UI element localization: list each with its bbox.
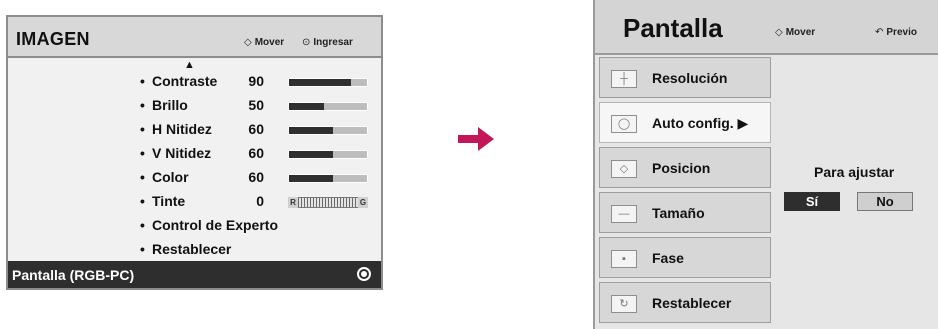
- menu-item-label: Tinte: [152, 193, 186, 209]
- move-hint-label: Mover: [785, 27, 816, 38]
- level-bar-fill: [289, 103, 325, 110]
- bullet: •: [140, 217, 145, 233]
- menu-item-value: 50: [248, 97, 264, 113]
- position-icon: ◇: [611, 160, 637, 178]
- pantalla-item-label: Resolución: [652, 70, 728, 86]
- menu-item-restablecer[interactable]: • Restablecer: [140, 239, 370, 259]
- enter-icon: ⊙: [302, 37, 311, 48]
- menu-item-label: Control de Experto: [152, 217, 279, 233]
- menu-item-tinte[interactable]: • Tinte 0 R G: [140, 191, 370, 211]
- menu-item-label: Contraste: [152, 73, 218, 89]
- level-bar[interactable]: [288, 126, 368, 135]
- level-bar[interactable]: [288, 102, 368, 111]
- bullet: •: [140, 121, 145, 137]
- imagen-title: IMAGEN: [16, 29, 90, 49]
- pantalla-item-label: Fase: [652, 250, 684, 266]
- back-icon: ↶: [875, 27, 884, 38]
- enter-radio-icon: [357, 267, 371, 281]
- move-icon: ◇: [775, 27, 783, 38]
- menu-item-value: 60: [248, 145, 264, 161]
- imagen-menu-panel: IMAGEN ◇ Mover ⊙ Ingresar ▲ • Contraste 90…: [6, 15, 383, 290]
- pantalla-menu-panel: Pantalla ◇ Mover ↶ Previo ┼ Resolución ◯ A…: [593, 0, 938, 329]
- menu-item-contraste[interactable]: • Contraste 90: [140, 71, 370, 91]
- no-button[interactable]: No: [857, 192, 913, 211]
- menu-item-value: 0: [256, 193, 264, 209]
- imagen-header: IMAGEN ◇ Mover ⊙ Ingresar: [8, 17, 381, 58]
- menu-item-label: Restablecer: [152, 241, 232, 257]
- menu-item-value: 60: [248, 169, 264, 185]
- previous-hint-label: Previo: [886, 27, 917, 38]
- bullet: •: [140, 169, 145, 185]
- menu-item-h-nitidez[interactable]: • H Nitidez 60: [140, 119, 370, 139]
- menu-item-label: H Nitidez: [152, 121, 212, 137]
- pantalla-item-resolucion[interactable]: ┼ Resolución: [599, 57, 771, 98]
- arrow-shape: [458, 127, 494, 151]
- move-hint-label: Mover: [254, 37, 285, 48]
- selected-menu-item-label: Pantalla (RGB-PC): [12, 267, 135, 283]
- phase-icon: ▪: [611, 250, 637, 268]
- level-bar[interactable]: [288, 78, 368, 87]
- previous-hint: ↶ Previo: [875, 27, 917, 38]
- adjust-prompt: Para ajustar: [814, 164, 895, 180]
- yes-button[interactable]: Sí: [784, 192, 840, 211]
- menu-item-label: Color: [152, 169, 189, 185]
- level-bar[interactable]: [288, 150, 368, 159]
- reset-icon: ↻: [611, 295, 637, 313]
- pantalla-item-label: Auto config. ▶: [652, 115, 749, 131]
- menu-item-brillo[interactable]: • Brillo 50: [140, 95, 370, 115]
- menu-item-control-de-experto[interactable]: • Control de Experto: [140, 215, 370, 235]
- pantalla-header: Pantalla ◇ Mover ↶ Previo: [595, 0, 938, 55]
- right-arrow-icon: [458, 127, 494, 151]
- enter-hint-label: Ingresar: [313, 37, 353, 48]
- pantalla-item-label: Tamaño: [652, 205, 705, 221]
- tint-red-end: R: [288, 197, 298, 208]
- menu-item-label: Brillo: [152, 97, 188, 113]
- selected-menu-item-pantalla-rgb-pc[interactable]: Pantalla (RGB-PC): [8, 261, 381, 288]
- menu-item-v-nitidez[interactable]: • V Nitidez 60: [140, 143, 370, 163]
- pantalla-item-fase[interactable]: ▪ Fase: [599, 237, 771, 278]
- level-bar-fill: [289, 151, 334, 158]
- pantalla-item-restablecer[interactable]: ↻ Restablecer: [599, 282, 771, 323]
- pantalla-title: Pantalla: [623, 13, 723, 43]
- bullet: •: [140, 73, 145, 89]
- resolution-icon: ┼: [611, 70, 637, 88]
- bullet: •: [140, 145, 145, 161]
- tint-slider[interactable]: R G: [288, 197, 368, 208]
- menu-item-value: 60: [248, 121, 264, 137]
- scroll-up-icon[interactable]: ▲: [184, 60, 195, 71]
- pantalla-item-auto-config[interactable]: ◯ Auto config. ▶: [599, 102, 771, 143]
- auto-config-icon: ◯: [611, 115, 637, 133]
- bullet: •: [140, 193, 145, 209]
- enter-hint: ⊙ Ingresar: [302, 37, 353, 48]
- pantalla-item-tamano[interactable]: — Tamaño: [599, 192, 771, 233]
- level-bar-fill: [289, 175, 334, 182]
- pantalla-item-label: Restablecer: [652, 295, 732, 311]
- move-hint: ◇ Mover: [244, 37, 284, 48]
- tint-green-end: G: [358, 197, 368, 208]
- menu-item-label: V Nitidez: [152, 145, 212, 161]
- level-bar-fill: [289, 127, 334, 134]
- level-bar[interactable]: [288, 174, 368, 183]
- move-icon: ◇: [244, 37, 252, 48]
- menu-item-color[interactable]: • Color 60: [140, 167, 370, 187]
- pantalla-item-posicion[interactable]: ◇ Posicion: [599, 147, 771, 188]
- bullet: •: [140, 241, 145, 257]
- size-icon: —: [611, 205, 637, 223]
- pantalla-item-label: Posicion: [652, 160, 711, 176]
- bullet: •: [140, 97, 145, 113]
- level-bar-fill: [289, 79, 352, 86]
- menu-item-value: 90: [248, 73, 264, 89]
- move-hint: ◇ Mover: [775, 27, 815, 38]
